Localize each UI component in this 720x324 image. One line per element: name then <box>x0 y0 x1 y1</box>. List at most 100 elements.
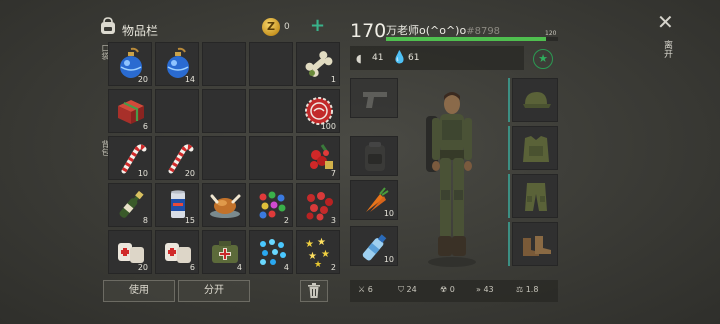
backpack-slot[interactable]: 6 <box>155 230 199 274</box>
trash-icon <box>308 283 320 298</box>
pocket-slot[interactable] <box>202 89 246 133</box>
backpack-slot[interactable]: 2 <box>249 183 293 227</box>
trash-button[interactable] <box>300 280 328 302</box>
tactical-vest-icon <box>523 136 549 162</box>
shield-icon: ⛉ <box>398 285 404 294</box>
pocket-slot[interactable]: 100 <box>296 89 340 133</box>
pocket-slot[interactable] <box>249 42 293 86</box>
item-quantity: 3 <box>330 216 336 225</box>
item-quantity: 10 <box>383 209 394 218</box>
pocket-slot[interactable] <box>249 89 293 133</box>
item-quantity: 1 <box>330 75 336 84</box>
svg-text:★: ★ <box>314 260 322 269</box>
item-quantity: 20 <box>184 169 195 178</box>
inventory-title: 物品栏 <box>122 24 159 38</box>
item-quantity: 10 <box>137 169 148 178</box>
legs-slot[interactable] <box>512 174 558 218</box>
item-quantity: 20 <box>137 263 148 272</box>
item-quantity: 2 <box>330 263 336 272</box>
pocket-slot[interactable]: 14 <box>155 42 199 86</box>
backpack-icon <box>101 17 115 34</box>
hunger-value: 41 <box>372 53 384 63</box>
backpack-slot[interactable]: 3 <box>296 183 340 227</box>
leave-label[interactable]: 离开 <box>661 40 674 58</box>
item-quantity: 15 <box>184 216 195 225</box>
svg-text:★: ★ <box>305 239 314 250</box>
xp-max: 120 <box>545 30 557 37</box>
cargo-pants-icon <box>525 183 547 211</box>
radiation-value: 0 <box>449 285 455 294</box>
item-quantity: 4 <box>236 263 242 272</box>
item-quantity: 6 <box>142 122 148 131</box>
item-quantity: 100 <box>320 122 336 131</box>
pocket-slot[interactable]: 1 <box>296 42 340 86</box>
hunger-icon: ◖ <box>356 52 362 65</box>
add-coins-button[interactable]: + <box>310 17 325 35</box>
backpack-equip-slot[interactable] <box>350 136 398 176</box>
head-slot[interactable] <box>512 78 558 122</box>
backpack-slot[interactable] <box>249 136 293 180</box>
durability-bar <box>508 126 510 170</box>
military-cap-icon <box>523 92 551 108</box>
xp-bar-fill <box>386 37 546 41</box>
weapon-slot[interactable] <box>350 78 398 118</box>
running-icon: » <box>476 285 481 294</box>
backpack-slot[interactable] <box>202 136 246 180</box>
pistol-icon <box>363 92 387 108</box>
feet-slot[interactable] <box>512 222 558 266</box>
item-quantity: 6 <box>189 263 195 272</box>
player-level: 170 <box>350 20 387 42</box>
backpack-slot[interactable]: 4 <box>249 230 293 274</box>
radiation-icon: ☢ <box>440 285 448 294</box>
weight-stat: ⚖ 1.8 <box>516 285 538 294</box>
item-quantity: 20 <box>137 75 148 84</box>
svg-text:★: ★ <box>317 237 326 248</box>
backpack-slot[interactable]: ★ ★ ★ ★ ★ 2 <box>296 230 340 274</box>
character-model <box>426 92 476 267</box>
knife-icon: ⚔ <box>358 285 366 294</box>
food-slot[interactable]: 10 <box>350 180 398 220</box>
radiation-stat: ☢ 0 <box>440 285 455 294</box>
roast-turkey-icon <box>210 194 241 218</box>
defense-stat: ⛉ 24 <box>398 285 417 295</box>
attack-stat: ⚔ 6 <box>358 285 373 294</box>
weight-icon: ⚖ <box>516 285 524 294</box>
player-name-row: 万老师o(^o^)o#8798 <box>386 22 500 38</box>
body-slot[interactable] <box>512 126 558 170</box>
backpack-slot[interactable]: 20 <box>155 136 199 180</box>
item-quantity: 8 <box>142 216 148 225</box>
coin-count: 0 <box>284 22 290 32</box>
item-quantity: 14 <box>184 75 195 84</box>
item-quantity: 2 <box>283 216 289 225</box>
close-icon[interactable]: ✕ <box>657 12 674 32</box>
coin-icon: Z <box>262 18 280 36</box>
favorite-star-button[interactable]: ★ <box>533 49 553 69</box>
durability-bar <box>508 222 510 266</box>
backpack-slot[interactable]: 20 <box>108 230 152 274</box>
pocket-slot[interactable]: 20 <box>108 42 152 86</box>
backpack-slot[interactable]: 4 <box>202 230 246 274</box>
pocket-grid: 20 14 1 6 100 <box>108 42 340 133</box>
speed-stat: » 43 <box>476 285 494 294</box>
pocket-slot[interactable] <box>202 42 246 86</box>
defense-value: 24 <box>406 285 417 294</box>
item-quantity: 10 <box>383 255 394 264</box>
use-button[interactable]: 使用 <box>103 280 175 302</box>
backpack-slot[interactable]: 8 <box>108 183 152 227</box>
backpack-slot[interactable] <box>202 183 246 227</box>
svg-text:★: ★ <box>321 249 330 260</box>
backpack-grid: 10 20 7 8 15 2 3 20 6 4 4 ★ ★ ★ ★ ★ 2 <box>108 136 340 274</box>
thirst-value: 61 <box>408 53 420 63</box>
drink-slot[interactable]: 10 <box>350 226 398 266</box>
backpack-slot[interactable]: 10 <box>108 136 152 180</box>
item-quantity: 4 <box>283 263 289 272</box>
split-button[interactable]: 分开 <box>178 280 250 302</box>
pocket-slot[interactable] <box>155 89 199 133</box>
player-id: #8798 <box>466 26 501 37</box>
pocket-slot[interactable]: 6 <box>108 89 152 133</box>
player-name: 万老师o(^o^)o <box>386 24 467 37</box>
backpack-slot[interactable]: 7 <box>296 136 340 180</box>
speed-value: 43 <box>483 285 494 294</box>
boots-icon <box>523 236 551 256</box>
backpack-slot[interactable]: 15 <box>155 183 199 227</box>
